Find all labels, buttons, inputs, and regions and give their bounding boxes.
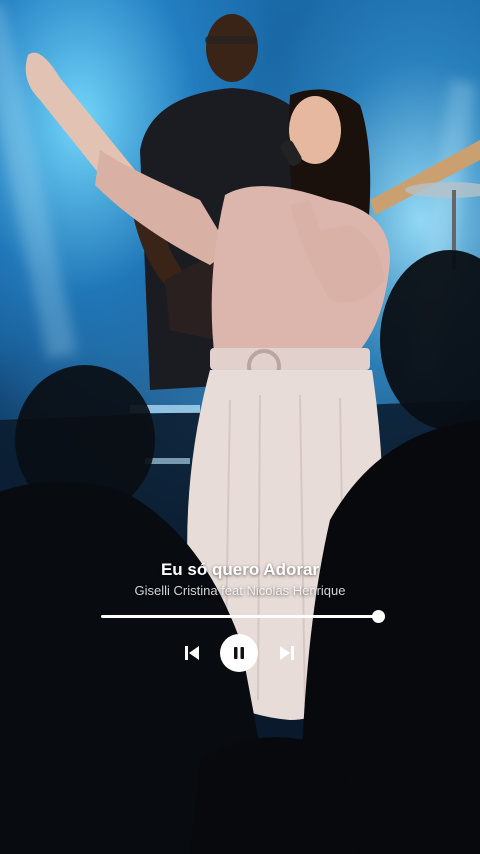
progress-bar[interactable]: [101, 610, 385, 623]
video-background: [0, 0, 480, 854]
song-artist: Giselli Cristina feat Nicolas Henrique: [134, 583, 346, 598]
next-button[interactable]: [275, 641, 299, 665]
pause-button[interactable]: [220, 634, 258, 672]
guitar-neck: [370, 140, 480, 215]
progress-thumb[interactable]: [372, 610, 385, 623]
skip-next-icon: [280, 646, 294, 660]
progress-fill: [101, 615, 378, 618]
skip-previous-icon: [185, 646, 199, 660]
pause-icon: [234, 647, 244, 659]
previous-button[interactable]: [180, 641, 204, 665]
song-title: Eu só quero Adorar: [160, 560, 320, 579]
concert-scene: [0, 14, 480, 854]
playback-controls: [0, 634, 480, 672]
